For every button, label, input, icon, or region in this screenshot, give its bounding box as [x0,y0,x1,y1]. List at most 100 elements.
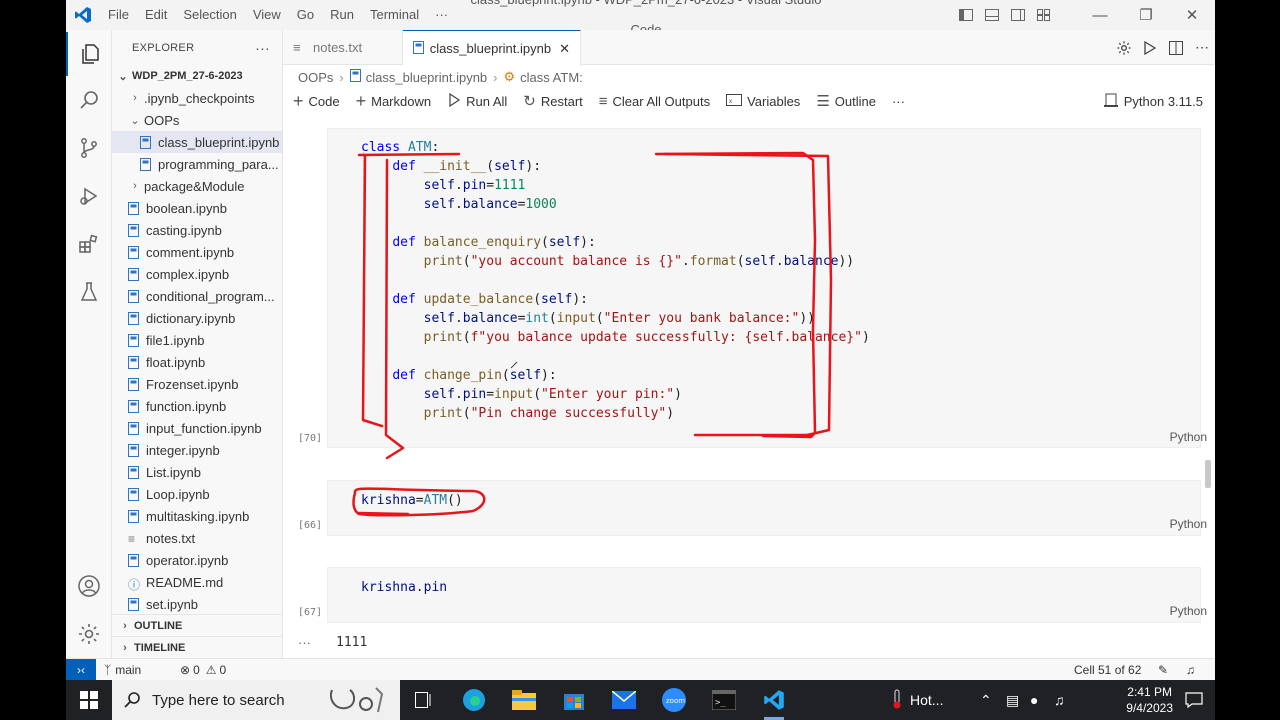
explorer-item[interactable]: programming_para... [112,153,282,175]
tab-notes-txt[interactable]: ≡ notes.txt [283,30,403,65]
cell-source-code[interactable]: krishna=ATM() [361,491,463,510]
run-all-button[interactable]: Run All [447,92,507,110]
explorer-item[interactable]: boolean.ipynb [112,197,282,219]
kernel-picker[interactable]: Python 3.11.5 [1103,88,1203,114]
problems-indicator[interactable]: ⊗ 0 ⚠ 0 [180,659,226,680]
menu-view[interactable]: View [245,0,289,30]
toolbar-more-icon[interactable]: ··· [892,94,905,109]
restart-button[interactable]: ↻ Restart [523,92,582,110]
network-icon[interactable]: ▤ [1006,680,1019,720]
volume-icon[interactable]: ♫ [1054,680,1065,720]
explorer-item[interactable]: multitasking.ipynb [112,505,282,527]
run-debug-icon[interactable] [66,174,112,218]
explorer-icon[interactable] [66,32,112,76]
explorer-item[interactable]: ⓘ README.md [112,571,282,593]
cell-language[interactable]: Python [1170,517,1207,531]
menu-file[interactable]: File [100,0,137,30]
more-actions-icon[interactable]: ⋯ [1189,39,1215,56]
taskbar-search-box[interactable]: Type here to search [112,680,400,720]
file-explorer-icon[interactable] [500,680,548,720]
source-control-icon[interactable] [66,126,112,170]
breadcrumb-folder[interactable]: OOPs [298,70,333,85]
testing-icon[interactable] [66,270,112,314]
customize-layout-icon[interactable] [1031,0,1057,30]
notifications-bell-icon[interactable]: ♫ [1186,659,1195,680]
explorer-item[interactable]: input_function.ipynb [112,417,282,439]
windows-start-icon[interactable] [66,680,112,720]
split-editor-icon[interactable] [1163,40,1189,55]
explorer-item[interactable]: conditional_program... [112,285,282,307]
toggle-secondary-sidebar-icon[interactable] [1005,0,1031,30]
code-cell[interactable] [327,567,1201,623]
clear-outputs-button[interactable]: ≡ Clear All Outputs [599,93,710,110]
timeline-section[interactable]: › TIMELINE [112,636,282,658]
breadcrumb-file[interactable]: class_blueprint.ipynb [366,70,487,85]
maximize-button[interactable]: ❐ [1123,0,1169,30]
add-code-cell-button[interactable]: + Code [293,91,340,112]
explorer-item[interactable]: › package&Module [112,175,282,197]
cell-language[interactable]: Python [1170,430,1207,444]
remote-indicator-icon[interactable]: ›‹ [66,659,96,680]
menu-edit[interactable]: Edit [137,0,175,30]
task-view-icon[interactable] [400,680,448,720]
breadcrumb-symbol[interactable]: class ATM: [520,70,583,85]
output-menu-icon[interactable]: ··· [298,635,311,650]
explorer-item[interactable]: float.ipynb [112,351,282,373]
run-icon[interactable] [1137,40,1163,55]
explorer-item[interactable]: function.ipynb [112,395,282,417]
notification-center-icon[interactable] [1185,680,1203,720]
cell-source-code[interactable]: krishna.pin [361,578,447,597]
cell-position[interactable]: Cell 51 of 62 [1074,659,1141,680]
workspace-root-folder[interactable]: ⌄ WDP_2PM_27-6-2023 [112,65,282,87]
explorer-item[interactable]: ≡ notes.txt [112,527,282,549]
cell-language[interactable]: Python [1170,604,1207,618]
branch-indicator[interactable]: ᛉ main [104,659,141,680]
explorer-item[interactable]: integer.ipynb [112,439,282,461]
explorer-item[interactable]: dictionary.ipynb [112,307,282,329]
zoom-icon[interactable]: zoom [650,680,698,720]
explorer-item[interactable]: set.ipynb [112,593,282,615]
terminal-icon[interactable]: >_ [700,680,748,720]
edge-browser-icon[interactable] [450,680,498,720]
variables-button[interactable]: x Variables [726,93,800,109]
menu-terminal[interactable]: Terminal [362,0,427,30]
explorer-item[interactable]: file1.ipynb [112,329,282,351]
menu-run[interactable]: Run [322,0,362,30]
explorer-item[interactable]: List.ipynb [112,461,282,483]
weather-widget[interactable]: Hot... [892,680,943,720]
settings-gear-icon[interactable] [1111,40,1137,56]
microsoft-store-icon[interactable] [550,680,598,720]
scrollbar-thumb[interactable] [1205,460,1211,488]
menu-more[interactable]: ··· [427,0,456,30]
close-tab-icon[interactable]: ✕ [559,41,570,57]
explorer-item[interactable]: › .ipynb_checkpoints [112,87,282,109]
search-icon[interactable] [66,78,112,122]
explorer-item[interactable]: complex.ipynb [112,263,282,285]
show-hidden-icons-icon[interactable]: ⌃ [980,680,992,720]
settings-gear-icon[interactable] [66,612,112,656]
add-markdown-cell-button[interactable]: + Markdown [356,91,431,112]
close-button[interactable]: ✕ [1169,0,1215,30]
taskbar-clock[interactable]: 2:41 PM 9/4/2023 [1126,684,1173,716]
explorer-item[interactable]: class_blueprint.ipynb [112,131,282,153]
explorer-item[interactable]: Loop.ipynb [112,483,282,505]
tab-class-blueprint[interactable]: class_blueprint.ipynb ✕ [403,30,581,66]
minimize-button[interactable]: — [1077,0,1123,30]
feedback-icon[interactable]: ✎ [1158,659,1168,680]
menu-go[interactable]: Go [289,0,322,30]
microphone-icon[interactable]: ● [1030,680,1038,720]
cell-source-code[interactable]: class ATM: def __init__(self): self.pin=… [361,138,870,423]
menu-selection[interactable]: Selection [175,0,244,30]
outline-button[interactable]: ☰ Outline [816,92,876,110]
toggle-panel-icon[interactable] [979,0,1005,30]
explorer-item[interactable]: operator.ipynb [112,549,282,571]
vscode-taskbar-icon[interactable] [750,680,798,720]
explorer-item[interactable]: casting.ipynb [112,219,282,241]
explorer-item[interactable]: Frozenset.ipynb [112,373,282,395]
explorer-more-icon[interactable]: ··· [255,40,270,56]
mail-icon[interactable] [600,680,648,720]
explorer-item[interactable]: comment.ipynb [112,241,282,263]
toggle-primary-sidebar-icon[interactable] [953,0,979,30]
explorer-item[interactable]: ⌄ OOPs [112,109,282,131]
extensions-icon[interactable] [66,222,112,266]
